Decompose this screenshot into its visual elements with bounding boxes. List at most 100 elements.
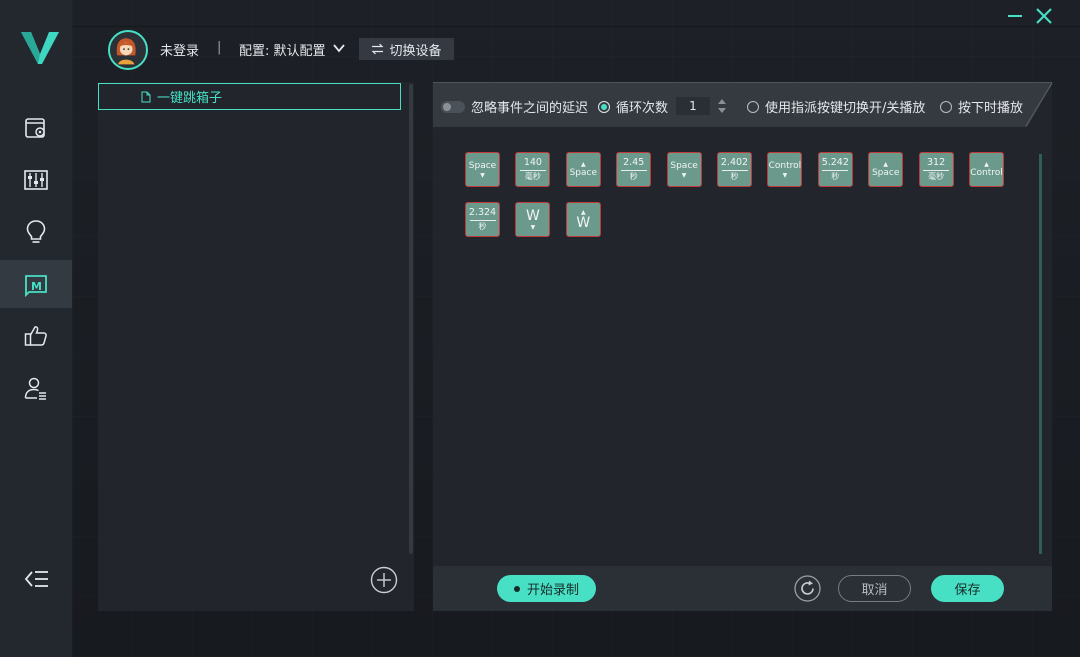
macro-list-item[interactable]: 一键跳箱子 xyxy=(98,83,401,110)
delay-value: 5.242 xyxy=(821,157,849,168)
loop-count-radio[interactable] xyxy=(598,100,610,113)
key-event[interactable]: ▲ Control xyxy=(969,152,1004,187)
settings-card-icon xyxy=(25,118,45,138)
delay-unit: 秒 xyxy=(620,170,647,182)
key-up-arrow-icon: ▲ xyxy=(984,160,989,168)
delay-event[interactable]: 140 毫秒 xyxy=(515,152,551,187)
delay-value: 2.402 xyxy=(720,157,749,168)
macro-events-area: Space ▼ 140 毫秒 ▲ Space 2.45 秒 Space ▼ 2.402 秒 Contro… xyxy=(463,152,1023,272)
user-list-icon xyxy=(24,377,46,400)
key-event[interactable]: Control ▼ xyxy=(767,152,803,187)
cancel-button[interactable]: 取消 xyxy=(838,575,911,602)
delay-unit: 毫秒 xyxy=(923,170,950,182)
key-event[interactable]: ▲ Space xyxy=(565,152,601,187)
delay-event[interactable]: 2.324 秒 xyxy=(465,202,500,237)
file-icon xyxy=(141,91,151,102)
delay-value: 2.324 xyxy=(468,207,497,218)
reset-icon[interactable] xyxy=(794,575,821,602)
key-label: Space xyxy=(670,160,698,171)
events-scrollbar[interactable] xyxy=(1039,154,1042,554)
delay-event[interactable]: 5.242 秒 xyxy=(817,152,853,187)
delay-value: 2.45 xyxy=(623,157,645,168)
save-button[interactable]: 保存 xyxy=(931,575,1004,602)
key-down-arrow-icon: ▼ xyxy=(480,171,485,179)
swap-arrows-icon xyxy=(372,43,384,55)
collapse-menu-icon[interactable] xyxy=(24,567,50,591)
editor-bottom-bar: 开始录制 取消 保存 xyxy=(433,566,1052,611)
delay-event[interactable]: 2.45 秒 xyxy=(616,152,652,187)
delay-unit: 秒 xyxy=(822,170,849,182)
v-logo-icon xyxy=(21,32,59,64)
toggle-play-option[interactable]: 使用指派按键切换开/关播放 xyxy=(747,97,925,116)
key-up-arrow-icon: ▲ xyxy=(883,160,888,168)
ignore-delay-toggle[interactable] xyxy=(441,100,465,113)
nav-item-recommend[interactable] xyxy=(0,312,72,360)
record-dot-icon xyxy=(513,585,520,592)
close-icon[interactable] xyxy=(1033,6,1055,26)
delay-value: 140 xyxy=(523,157,542,168)
chevron-down-icon[interactable] xyxy=(332,42,346,54)
sidebar: M xyxy=(0,0,72,657)
nav-item-keys[interactable] xyxy=(0,156,72,204)
delay-event[interactable]: 312 毫秒 xyxy=(918,152,954,187)
key-down-arrow-icon: ▼ xyxy=(530,223,536,231)
lightbulb-icon xyxy=(26,220,46,243)
nav-item-account[interactable] xyxy=(0,364,72,412)
key-down-arrow-icon: ▼ xyxy=(782,171,788,179)
key-event[interactable]: Space ▼ xyxy=(666,152,702,187)
toggle-play-radio[interactable] xyxy=(747,100,759,113)
hold-play-radio[interactable] xyxy=(940,100,952,113)
toggle-play-label: 使用指派按键切换开/关播放 xyxy=(765,101,926,116)
delay-unit: 秒 xyxy=(469,220,496,232)
avatar-image-icon xyxy=(110,33,143,67)
key-label: Control xyxy=(970,167,1003,178)
key-event[interactable]: ▲ W xyxy=(565,202,601,237)
key-event[interactable]: W ▼ xyxy=(515,202,551,237)
switch-device-button[interactable]: 切换设备 xyxy=(359,38,454,60)
loop-count-label: 循环次数 xyxy=(616,101,669,116)
nav-item-lighting[interactable] xyxy=(0,208,72,256)
key-label: Space xyxy=(871,167,900,178)
key-label: Space xyxy=(468,160,497,171)
hold-play-option[interactable]: 按下时播放 xyxy=(940,97,1023,116)
start-record-label: 开始录制 xyxy=(526,583,579,598)
options-bar: 忽略事件之间的延迟 循环次数 1 使用指派按键切换开/关播放 按下时播放 xyxy=(433,82,1052,127)
header-separator: | xyxy=(217,40,222,55)
key-label: W xyxy=(576,214,591,231)
minimize-icon[interactable] xyxy=(1004,6,1026,26)
macro-list-panel: 一键跳箱子 xyxy=(98,82,414,611)
ignore-delay-option[interactable]: 忽略事件之间的延迟 xyxy=(441,97,588,116)
key-event[interactable]: ▲ Space xyxy=(868,152,904,187)
nav-item-macro[interactable]: M xyxy=(0,260,72,308)
loop-count-input[interactable]: 1 xyxy=(676,97,710,115)
hold-play-label: 按下时播放 xyxy=(958,101,1024,116)
key-event[interactable]: Space ▼ xyxy=(465,152,500,187)
key-label: Control xyxy=(768,160,802,171)
delay-unit: 秒 xyxy=(721,170,748,182)
delay-unit: 毫秒 xyxy=(519,170,546,182)
macro-icon: M xyxy=(25,275,47,297)
svg-text:M: M xyxy=(31,280,42,293)
loop-count-option[interactable]: 循环次数 xyxy=(598,97,668,116)
avatar[interactable] xyxy=(108,30,148,70)
loop-count-stepper[interactable] xyxy=(717,97,727,115)
key-label: Space xyxy=(569,167,598,178)
titlebar-divider xyxy=(72,26,1080,27)
delay-value: 312 xyxy=(927,157,946,168)
ignore-delay-label: 忽略事件之间的延迟 xyxy=(471,101,589,116)
config-name[interactable]: 配置: 默认配置 xyxy=(239,40,326,59)
key-down-arrow-icon: ▼ xyxy=(681,171,687,179)
key-up-arrow-icon: ▲ xyxy=(580,160,586,168)
macro-editor-panel: 忽略事件之间的延迟 循环次数 1 使用指派按键切换开/关播放 按下时播放 Spa… xyxy=(433,82,1052,611)
delay-event[interactable]: 2.402 秒 xyxy=(717,152,752,187)
switch-device-label: 切换设备 xyxy=(389,43,442,59)
add-macro-icon[interactable] xyxy=(370,566,398,594)
equalizer-icon xyxy=(24,170,48,190)
macro-name: 一键跳箱子 xyxy=(157,91,223,106)
login-status[interactable]: 未登录 xyxy=(160,40,199,59)
nav-item-device[interactable] xyxy=(0,104,72,152)
start-record-button[interactable]: 开始录制 xyxy=(497,575,596,602)
macro-list-scrollbar[interactable] xyxy=(409,84,413,554)
key-label: W xyxy=(525,207,540,224)
options-bar-corner-line xyxy=(1025,82,1053,127)
